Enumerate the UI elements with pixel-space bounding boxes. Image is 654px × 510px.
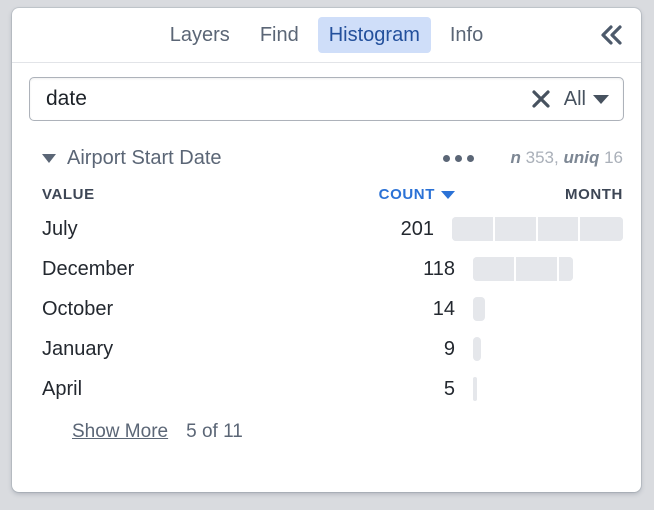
column-header-count-label: COUNT — [378, 185, 435, 203]
row-bar — [473, 377, 478, 401]
search-box: All — [29, 77, 624, 121]
close-x-icon[interactable] — [526, 84, 556, 114]
tab-bar: Layers Find Histogram Info — [12, 8, 641, 63]
triangle-down-icon — [593, 94, 609, 104]
table-column-headers: VALUE COUNT MONTH — [42, 179, 623, 209]
row-bar — [473, 297, 485, 321]
stats-uniq-label: uniq — [563, 148, 600, 167]
row-value: April — [42, 377, 83, 400]
stats-n-value: 353 — [525, 148, 554, 167]
table-row[interactable]: October 14 — [42, 289, 623, 329]
row-value: December — [42, 257, 135, 280]
field-name: Airport Start Date — [67, 146, 222, 169]
bar-segment — [473, 297, 485, 321]
column-header-value[interactable]: VALUE — [42, 186, 332, 203]
table-rows: July 201 December 118 October 14 January 9 April… — [42, 209, 623, 409]
row-bar-cell — [434, 217, 623, 241]
field-stats: n 353, uniq 16 — [510, 148, 623, 168]
tab-find[interactable]: Find — [249, 17, 310, 53]
row-bar-cell — [455, 337, 623, 361]
tab-info[interactable]: Info — [439, 17, 494, 53]
bar-segment — [494, 217, 538, 241]
triangle-down-icon — [441, 191, 455, 199]
row-bar-cell — [455, 377, 623, 401]
row-count: 201 — [400, 217, 434, 240]
double-chevron-left-icon[interactable] — [597, 20, 627, 50]
column-header-month[interactable]: MONTH — [455, 186, 623, 203]
row-value: January — [42, 337, 114, 360]
bar-segment — [473, 337, 481, 361]
stats-uniq-value: 16 — [604, 148, 623, 167]
search-input[interactable] — [30, 78, 526, 120]
table-row[interactable]: July 201 — [42, 209, 623, 249]
tab-layers[interactable]: Layers — [159, 17, 241, 53]
row-bar — [473, 337, 481, 361]
triangle-down-icon[interactable] — [42, 153, 56, 163]
histogram-table: VALUE COUNT MONTH July 201 December 118 Octo… — [12, 179, 641, 409]
stats-n-label: n — [510, 148, 521, 167]
row-count: 5 — [443, 377, 455, 400]
tab-histogram[interactable]: Histogram — [317, 17, 431, 53]
table-row[interactable]: April 5 — [42, 369, 623, 409]
column-header-count[interactable]: COUNT — [332, 186, 455, 203]
show-more-link[interactable]: Show More — [72, 421, 168, 443]
field-header: Airport Start Date n 353, uniq 16 — [12, 131, 641, 179]
bar-segment — [452, 217, 495, 241]
row-bar — [473, 257, 574, 281]
row-value: October — [42, 297, 114, 320]
search-row: All — [12, 63, 641, 131]
table-row[interactable]: January 9 — [42, 329, 623, 369]
ellipsis-icon[interactable] — [435, 149, 482, 168]
table-row[interactable]: December 118 — [42, 249, 623, 289]
stats-separator: , — [553, 148, 559, 167]
bar-segment — [473, 257, 516, 281]
row-value: July — [42, 217, 78, 240]
filter-dropdown-label: All — [563, 87, 586, 110]
bar-segment — [580, 217, 623, 241]
row-count: 118 — [423, 257, 455, 280]
row-bar — [452, 217, 623, 241]
filter-dropdown[interactable]: All — [560, 88, 623, 111]
bar-segment — [537, 217, 581, 241]
page-count-label: 5 of 11 — [186, 421, 243, 442]
table-footer: Show More 5 of 11 — [12, 409, 641, 443]
row-bar-cell — [455, 297, 623, 321]
bar-segment — [473, 377, 478, 401]
row-count: 14 — [432, 297, 455, 320]
row-bar-cell — [455, 257, 623, 281]
bar-segment — [558, 257, 574, 281]
bar-segment — [515, 257, 559, 281]
histogram-panel: Layers Find Histogram Info All — [12, 8, 641, 492]
row-count: 9 — [443, 337, 455, 360]
